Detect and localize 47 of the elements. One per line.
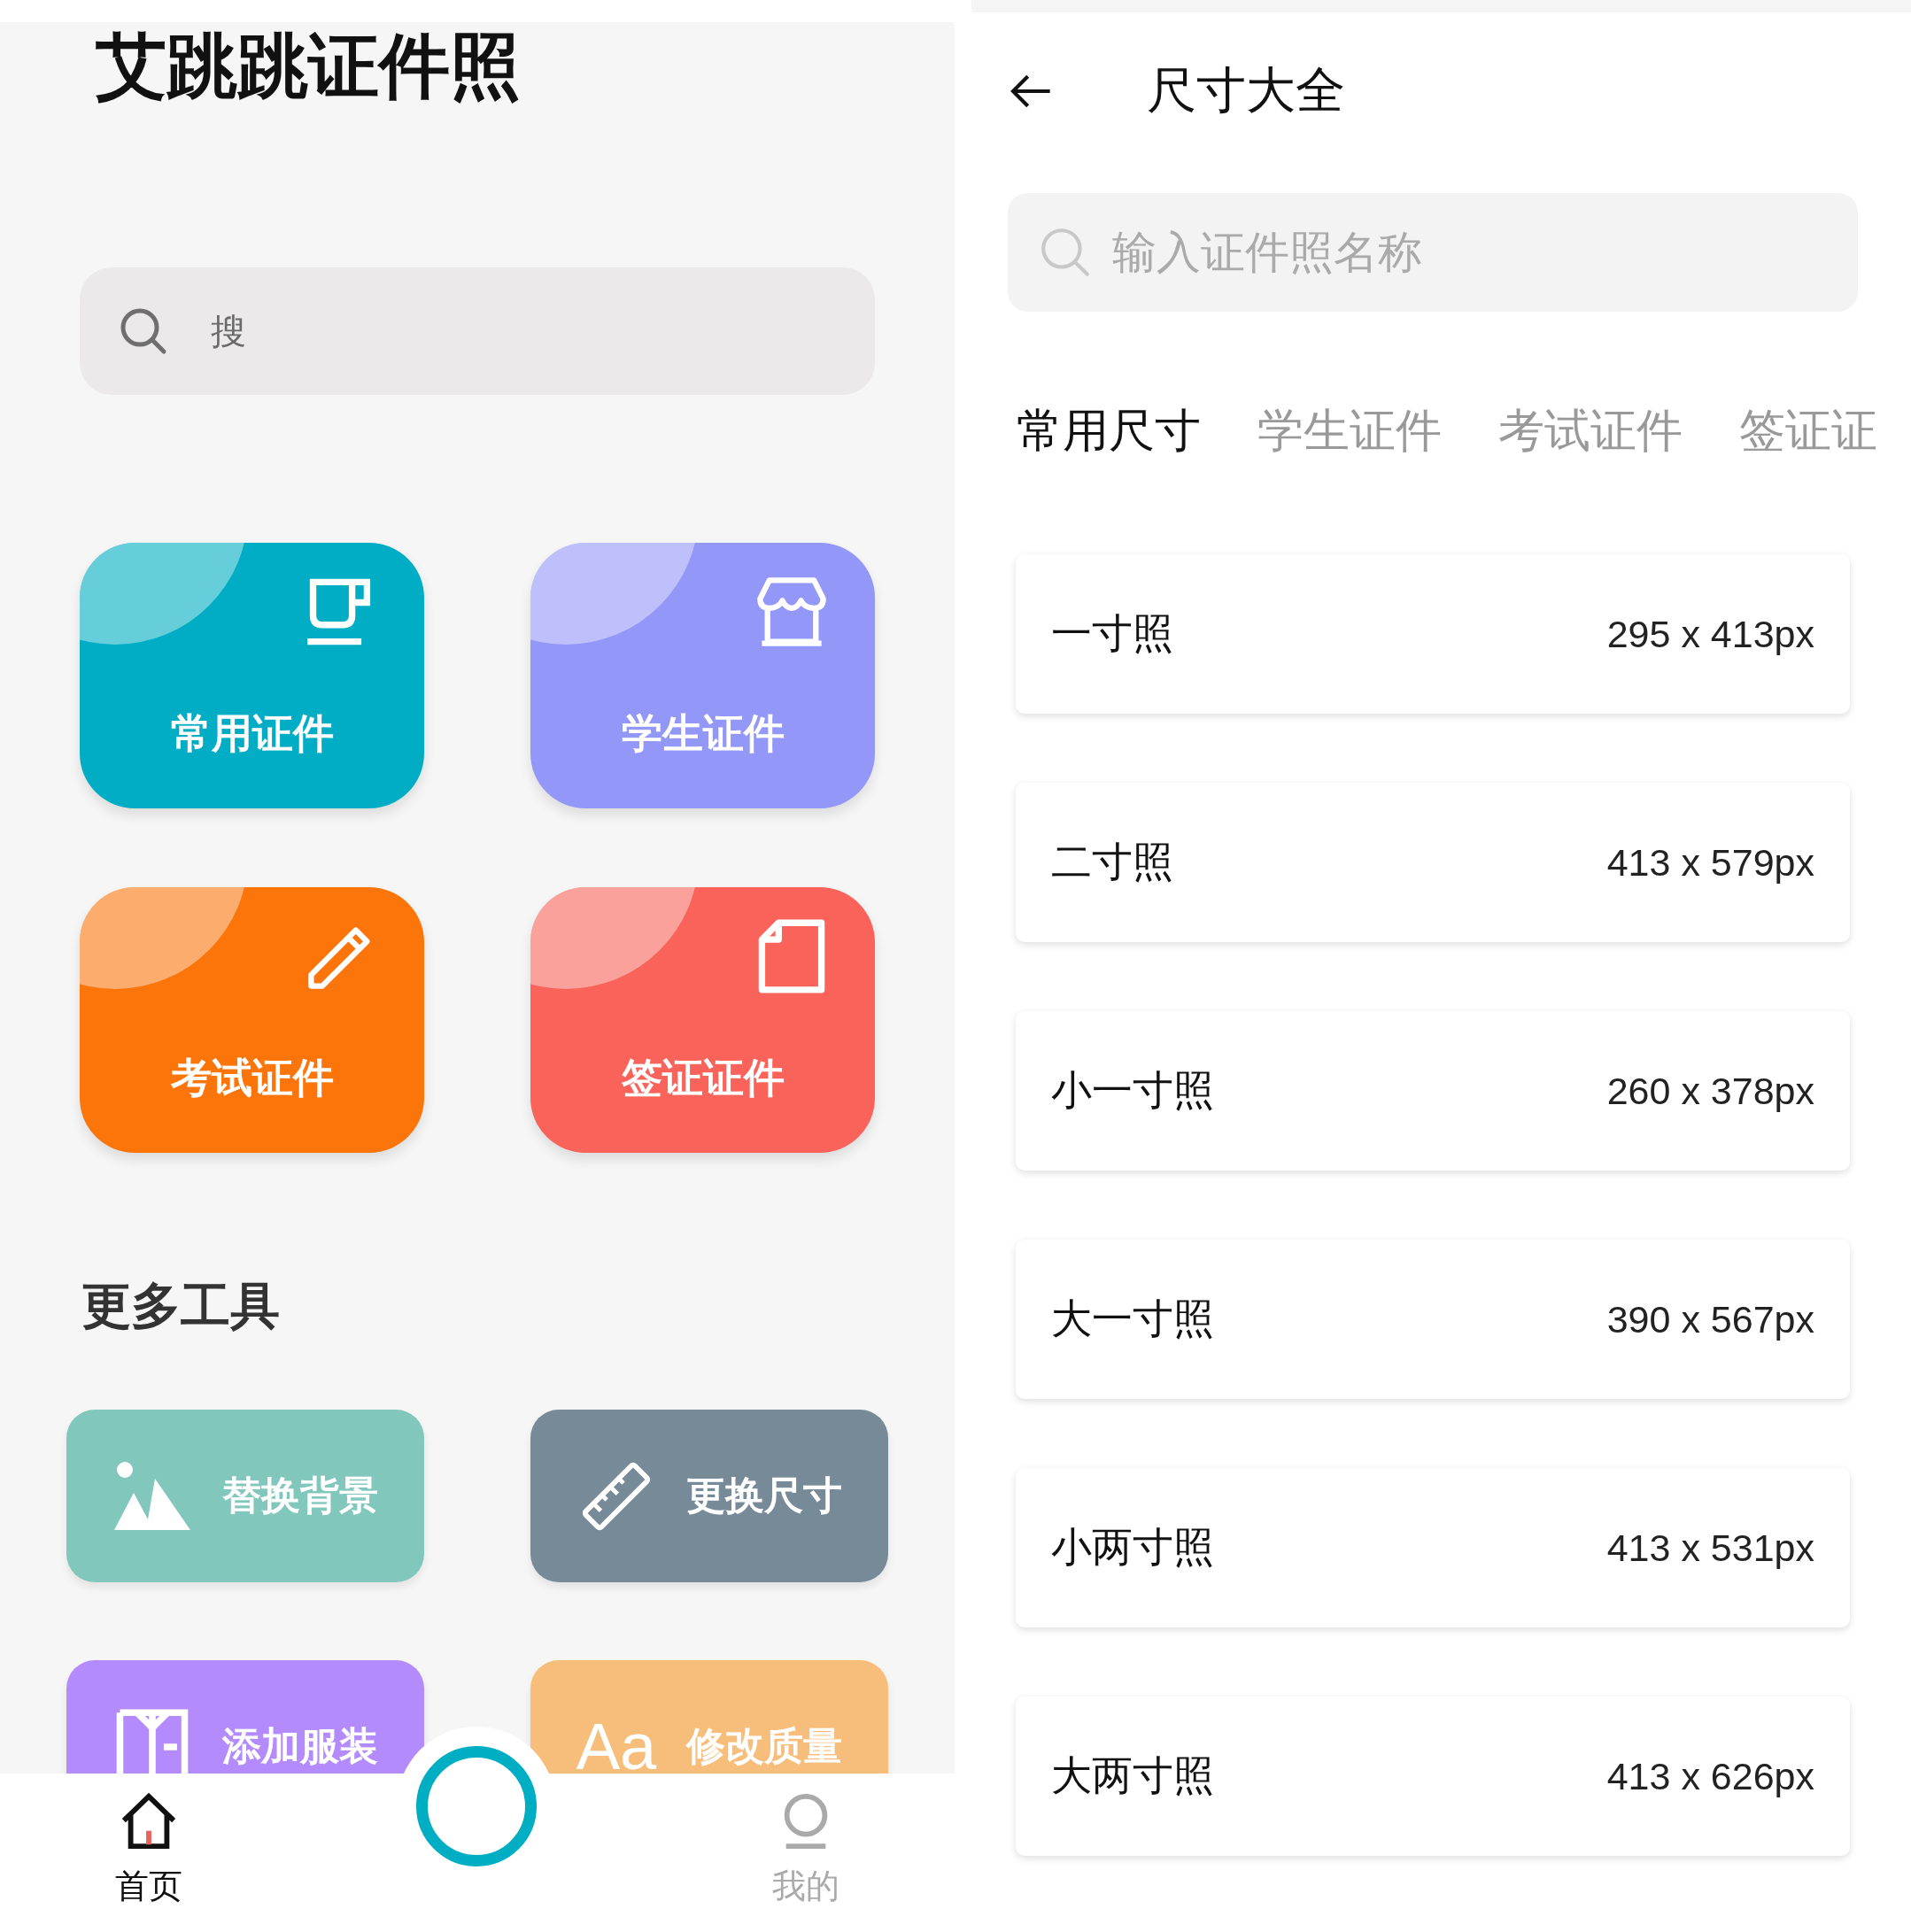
- tab[interactable]: 考试证件: [1498, 400, 1683, 462]
- store-icon: [754, 575, 829, 649]
- nav-item[interactable]: 首页: [115, 1774, 182, 1932]
- page-title: 尺寸大全: [1147, 60, 1345, 120]
- search-field[interactable]: 搜: [80, 267, 875, 395]
- search-field[interactable]: 输入证件照名称: [1008, 193, 1858, 312]
- size-name: 小一寸照: [1051, 1065, 1214, 1116]
- size-name: 二寸照: [1051, 837, 1173, 887]
- category-label: 签证证件: [620, 1053, 785, 1103]
- tab[interactable]: 学生证件: [1257, 400, 1442, 462]
- size-dimensions: 295 x 413px: [1606, 612, 1814, 656]
- size-name: 大两寸照: [1051, 1750, 1214, 1801]
- size-dimensions: 413 x 531px: [1606, 1526, 1814, 1570]
- section-title: 更多工具: [81, 1276, 281, 1336]
- size-list-item[interactable]: 小一寸照 260 x 378px: [1016, 1011, 1850, 1171]
- size-dimensions: 390 x 567px: [1606, 1297, 1814, 1341]
- size-name: 一寸照: [1051, 608, 1173, 659]
- text-quality-icon: Aa: [576, 1706, 657, 1774]
- app-title: 艾跳跳证件照: [96, 24, 522, 109]
- tool-label: 替换背景: [222, 1472, 378, 1519]
- tool-card[interactable]: Aa 修改质量: [530, 1660, 888, 1774]
- size-list-item[interactable]: 大一寸照 390 x 567px: [1016, 1240, 1850, 1399]
- size-list-item[interactable]: 大两寸照 413 x 626px: [1016, 1696, 1850, 1856]
- category-label: 学生证件: [620, 708, 785, 759]
- category-card[interactable]: 常用证件: [80, 543, 424, 808]
- category-label: 常用证件: [169, 708, 335, 759]
- tab[interactable]: 常用尺寸: [1017, 400, 1201, 462]
- size-name: 大一寸照: [1051, 1294, 1214, 1344]
- size-list-item[interactable]: 一寸照 295 x 413px: [1016, 554, 1850, 714]
- tool-card[interactable]: 添加服装: [66, 1660, 424, 1774]
- tool-label: 添加服装: [222, 1722, 378, 1770]
- category-card[interactable]: 学生证件: [530, 543, 875, 808]
- tool-label: 更换尺寸: [686, 1472, 842, 1519]
- category-label: 考试证件: [169, 1053, 335, 1103]
- size-list-item[interactable]: 二寸照 413 x 579px: [1016, 783, 1850, 942]
- size-dimensions: 413 x 626px: [1606, 1754, 1814, 1798]
- nav-item[interactable]: 我的: [772, 1774, 839, 1932]
- size-dimensions: 260 x 378px: [1606, 1069, 1814, 1113]
- size-name: 小两寸照: [1051, 1522, 1214, 1573]
- size-list-item[interactable]: 小两寸照 413 x 531px: [1016, 1468, 1850, 1627]
- category-card[interactable]: 签证证件: [530, 887, 875, 1153]
- category-card[interactable]: 考试证件: [80, 887, 424, 1153]
- size-dimensions: 413 x 579px: [1606, 840, 1814, 885]
- tool-card[interactable]: 更换尺寸: [530, 1410, 888, 1582]
- tool-card[interactable]: 替换背景: [66, 1410, 424, 1582]
- tab[interactable]: 签证证: [1739, 400, 1877, 462]
- tool-label: 修改质量: [686, 1722, 843, 1770]
